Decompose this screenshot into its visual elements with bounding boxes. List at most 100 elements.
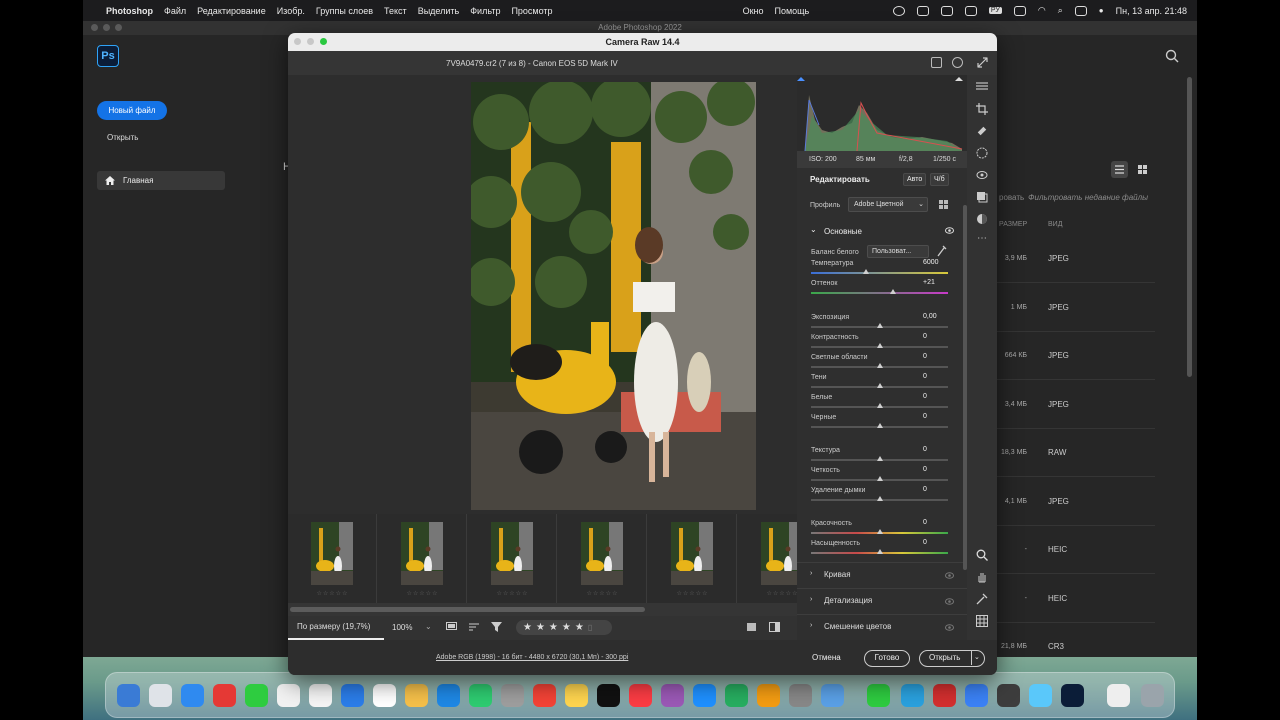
sort-icon[interactable] — [469, 622, 480, 632]
compare-view-icon[interactable] — [769, 622, 780, 632]
search-icon[interactable] — [1165, 49, 1179, 63]
profile-select[interactable]: Adobe Цветной ⌄ — [848, 197, 928, 212]
numbers-icon[interactable] — [725, 684, 748, 707]
control-center-icon[interactable] — [1074, 5, 1087, 16]
slider-value-field[interactable]: 0 — [920, 517, 948, 528]
table-row[interactable]: 4,1 МБ JPEG — [995, 478, 1155, 526]
filmstrip-options-icon[interactable] — [446, 622, 457, 632]
preview-photo[interactable] — [471, 82, 756, 510]
thumb-rating[interactable]: ☆☆☆☆☆ — [648, 590, 737, 597]
slider-track[interactable] — [811, 292, 948, 294]
chrome-icon[interactable] — [277, 684, 300, 707]
appstore-icon[interactable] — [437, 684, 460, 707]
slider-value-field[interactable]: 0 — [920, 351, 948, 362]
slider-value-field[interactable]: +21 — [920, 277, 948, 288]
table-row[interactable]: 664 КБ JPEG — [995, 332, 1155, 380]
eye-icon[interactable] — [945, 598, 954, 605]
cancel-button[interactable]: Отмена — [812, 653, 841, 662]
menu-filter[interactable]: Фильтр — [470, 6, 500, 16]
filter-icon[interactable] — [491, 622, 502, 632]
new-file-button[interactable]: Новый файл — [97, 101, 167, 120]
wechat-icon[interactable] — [964, 5, 977, 16]
table-row[interactable]: - HEIC — [995, 575, 1155, 623]
hand-icon[interactable] — [976, 571, 988, 583]
edit-sliders-icon[interactable] — [976, 80, 988, 92]
preview-icon[interactable] — [693, 684, 716, 707]
slider-value-field[interactable]: 0 — [920, 391, 948, 402]
photoshop-icon[interactable] — [1061, 684, 1084, 707]
slider-value-field[interactable]: 0 — [920, 537, 948, 548]
white-balance-select[interactable]: Пользоват... — [867, 245, 929, 258]
slider-thumb[interactable] — [890, 289, 897, 294]
thumb-rating[interactable]: ☆☆☆☆☆ — [378, 590, 467, 597]
stocks-icon[interactable] — [867, 684, 890, 707]
slider-thumb[interactable] — [876, 549, 883, 554]
record-icon[interactable] — [892, 5, 905, 16]
section-header[interactable]: › Кривая — [797, 562, 967, 586]
snapshots-icon[interactable] — [976, 191, 988, 203]
slider-thumb[interactable] — [876, 476, 883, 481]
trash-icon[interactable]: ▯ — [588, 623, 596, 632]
rating-stars[interactable]: ★★★★★▯ — [516, 620, 612, 635]
photos-icon[interactable] — [405, 684, 428, 707]
table-row[interactable]: 3,4 МБ JPEG — [995, 381, 1155, 429]
rating-value[interactable]: ★★★★★ — [523, 622, 588, 633]
chatgpt-icon[interactable] — [997, 684, 1020, 707]
chevron-down-icon[interactable]: ⌄ — [974, 651, 980, 665]
menu-layer-groups[interactable]: Группы слоев — [316, 6, 373, 16]
slider-thumb[interactable] — [862, 269, 869, 274]
zoom-fit-button[interactable]: По размеру (19,7%) — [288, 616, 384, 640]
cloud-icon[interactable] — [916, 5, 929, 16]
slider-thumb[interactable] — [876, 496, 883, 501]
filmstrip-thumb[interactable]: ☆☆☆☆☆ — [648, 514, 737, 603]
table-row[interactable]: 3,9 МБ JPEG — [995, 235, 1155, 283]
menu-window[interactable]: Окно — [743, 6, 764, 16]
done-button[interactable]: Готово — [864, 650, 910, 667]
zoom-icon[interactable] — [976, 549, 988, 561]
trash-icon[interactable] — [1141, 684, 1164, 707]
settings-icon[interactable] — [789, 684, 812, 707]
slider-track[interactable] — [811, 272, 948, 274]
telegram-icon[interactable] — [901, 684, 924, 707]
menu-app-name[interactable]: Photoshop — [106, 6, 153, 16]
wifi-icon[interactable]: ◠ — [1038, 5, 1046, 16]
slider-thumb[interactable] — [876, 383, 883, 388]
filter-input[interactable]: Фильтровать недавние файлы — [1028, 193, 1148, 202]
filmstrip-thumb[interactable]: ☆☆☆☆☆ — [558, 514, 647, 603]
files-icon[interactable] — [821, 684, 844, 707]
menu-file[interactable]: Файл — [164, 6, 186, 16]
grid-view-icon[interactable] — [1134, 161, 1151, 178]
menu-type[interactable]: Текст — [384, 6, 407, 16]
section-header[interactable]: › Смешение цветов — [797, 614, 967, 638]
input-language[interactable]: РУ — [988, 7, 1002, 14]
open-button[interactable]: Открыть — [107, 133, 138, 142]
filmstrip-scrollbar[interactable] — [290, 607, 645, 612]
open-image-button[interactable]: Открыть ⌄ — [919, 650, 985, 667]
slider-thumb[interactable] — [876, 323, 883, 328]
col-kind[interactable]: ВИД — [1048, 221, 1062, 228]
spotlight-icon[interactable]: ⌕ — [1058, 5, 1063, 16]
filmstrip-thumb[interactable]: ☆☆☆☆☆ — [378, 514, 467, 603]
section-header[interactable]: › Детализация — [797, 588, 967, 612]
eyedropper-icon[interactable] — [937, 245, 947, 257]
filmstrip-thumb[interactable]: ☆☆☆☆☆ — [468, 514, 557, 603]
presets-icon[interactable] — [976, 213, 988, 225]
auto-button[interactable]: Авто — [903, 173, 927, 186]
color-sampler-icon[interactable] — [976, 593, 988, 605]
zoom-percent[interactable]: 100% — [392, 623, 412, 632]
zoom-dot[interactable] — [320, 38, 327, 45]
dropbox-icon[interactable] — [940, 5, 953, 16]
slider-value-field[interactable]: 0 — [920, 411, 948, 422]
slider-thumb[interactable] — [876, 423, 883, 428]
slider-thumb[interactable] — [876, 363, 883, 368]
pages-icon[interactable] — [757, 684, 780, 707]
maps-icon[interactable] — [373, 684, 396, 707]
notes-icon[interactable] — [565, 684, 588, 707]
slider-value-field[interactable]: 0,00 — [920, 311, 948, 322]
chevron-down-icon[interactable]: ⌄ — [425, 622, 432, 631]
col-size[interactable]: РАЗМЕР — [999, 221, 1027, 228]
menu-view[interactable]: Просмотр — [511, 6, 552, 16]
eye-icon[interactable] — [945, 624, 954, 631]
profile-browser-icon[interactable] — [939, 200, 948, 209]
filmstrip-thumb[interactable]: ☆☆☆☆☆ — [288, 514, 377, 603]
